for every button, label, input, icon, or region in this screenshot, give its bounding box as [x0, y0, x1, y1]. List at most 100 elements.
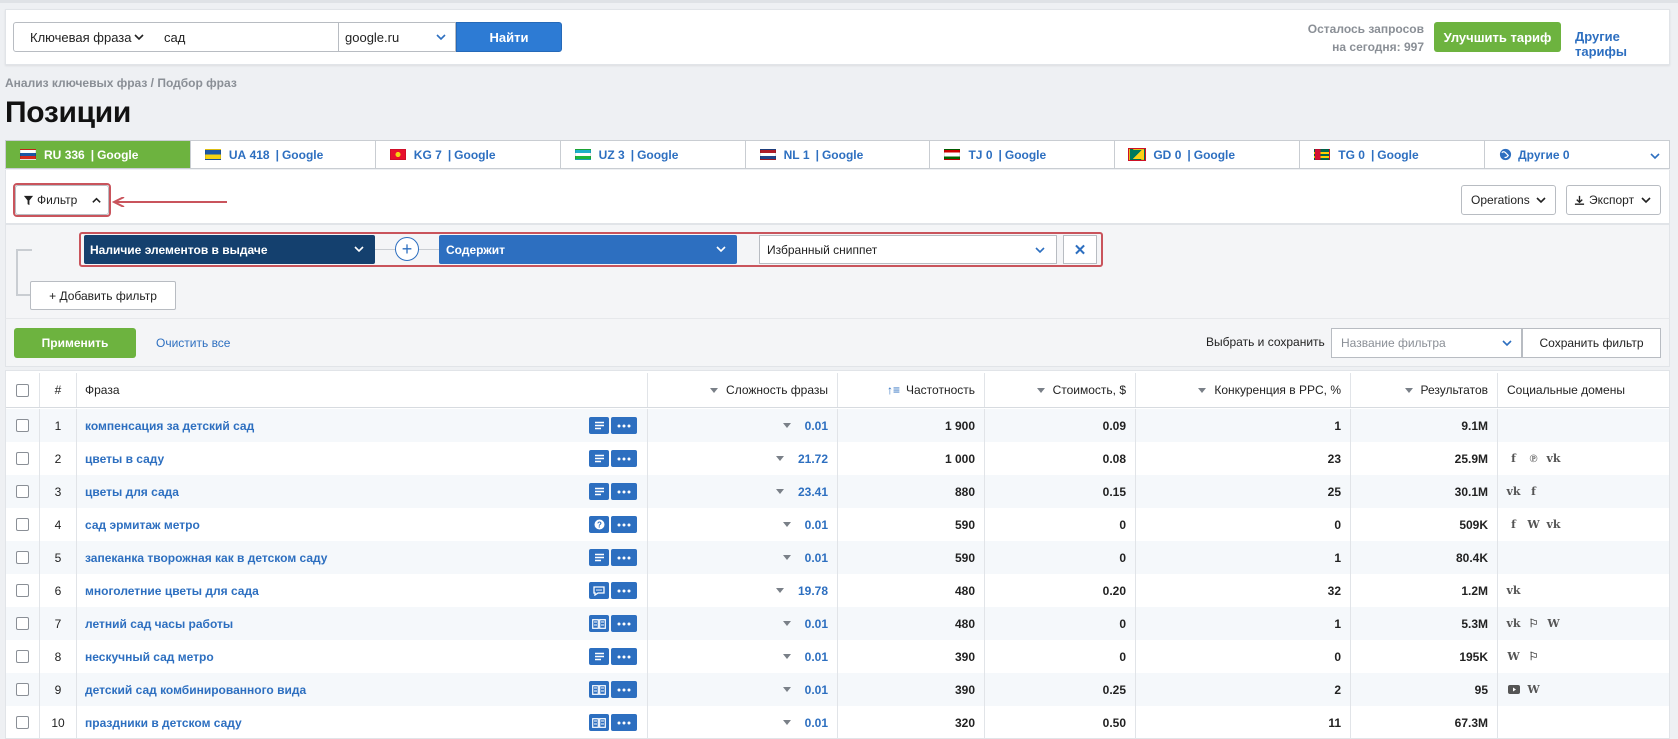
expand-triangle-icon[interactable]	[782, 621, 791, 626]
difficulty-value[interactable]: 21.72	[798, 452, 828, 466]
expand-triangle-icon[interactable]	[782, 687, 791, 692]
more-options-icon[interactable]	[611, 483, 637, 500]
row-checkbox[interactable]	[16, 683, 29, 696]
expand-triangle-icon[interactable]	[782, 555, 791, 560]
header-competition[interactable]: Конкуренция в PPC, %	[1136, 373, 1351, 407]
wikipedia-icon[interactable]: W	[1527, 683, 1540, 696]
expand-triangle-icon[interactable]	[775, 588, 784, 593]
export-button[interactable]: Экспорт	[1566, 185, 1661, 215]
row-checkbox[interactable]	[16, 518, 29, 531]
other-tariffs-link[interactable]: Другие тарифы	[1575, 29, 1669, 59]
phrase-link[interactable]: цветы в саду	[85, 452, 164, 466]
expand-triangle-icon[interactable]	[775, 489, 784, 494]
snippet-list-icon[interactable]	[589, 549, 609, 566]
row-checkbox[interactable]	[16, 650, 29, 663]
phrase-link[interactable]: праздники в детском саду	[85, 716, 242, 730]
difficulty-value[interactable]: 0.01	[805, 683, 828, 697]
more-options-icon[interactable]	[611, 516, 637, 533]
foursquare-icon[interactable]: ⚐	[1527, 650, 1540, 663]
tab-tg[interactable]: TG 0 | Google	[1300, 141, 1486, 168]
more-options-icon[interactable]	[611, 417, 637, 434]
youtube-icon[interactable]	[1507, 683, 1520, 696]
apply-button[interactable]: Применить	[14, 328, 136, 358]
wikipedia-icon[interactable]: W	[1547, 617, 1560, 630]
row-checkbox[interactable]	[16, 716, 29, 729]
snippet-list-icon[interactable]	[589, 483, 609, 500]
foursquare-icon[interactable]: ⚐	[1527, 617, 1540, 630]
tab-kg[interactable]: KG 7 | Google	[376, 141, 561, 168]
snippet-list-icon[interactable]	[589, 417, 609, 434]
header-difficulty[interactable]: Сложность фразы	[648, 373, 838, 407]
phrase-link[interactable]: летний сад часы работы	[85, 617, 233, 631]
tab-ru[interactable]: RU 336 | Google	[6, 141, 191, 168]
difficulty-value[interactable]: 0.01	[805, 650, 828, 664]
difficulty-value[interactable]: 0.01	[805, 518, 828, 532]
cards-icon[interactable]	[589, 714, 609, 731]
more-options-icon[interactable]	[611, 582, 637, 599]
breadcrumb[interactable]: Анализ ключевых фраз / Подбор фраз	[5, 76, 237, 90]
phrase-link[interactable]: сад эрмитаж метро	[85, 518, 200, 532]
add-filter-button[interactable]: + Добавить фильтр	[30, 281, 176, 310]
expand-triangle-icon[interactable]	[775, 456, 784, 461]
tab-gd[interactable]: GD 0 | Google	[1115, 141, 1301, 168]
facebook-icon[interactable]: f	[1527, 485, 1540, 498]
upgrade-tariff-button[interactable]: Улучшить тариф	[1434, 22, 1561, 52]
facebook-icon[interactable]: f	[1507, 518, 1520, 531]
chat-icon[interactable]	[589, 582, 609, 599]
tab-nl[interactable]: NL 1 | Google	[746, 141, 931, 168]
phrase-link[interactable]: компенсация за детский сад	[85, 419, 254, 433]
more-options-icon[interactable]	[611, 549, 637, 566]
filter-name-select[interactable]: Название фильтра	[1331, 328, 1522, 358]
snippet-list-icon[interactable]	[589, 648, 609, 665]
difficulty-value[interactable]: 0.01	[805, 716, 828, 730]
more-options-icon[interactable]	[611, 648, 637, 665]
vk-icon[interactable]: vk	[1507, 617, 1521, 630]
wikipedia-icon[interactable]: W	[1527, 518, 1540, 531]
vk-icon[interactable]: vk	[1507, 584, 1521, 597]
tab-ua[interactable]: UA 418 | Google	[191, 141, 376, 168]
search-type-select[interactable]: Ключевая фраза	[13, 22, 156, 52]
find-button[interactable]: Найти	[456, 22, 562, 52]
row-checkbox[interactable]	[16, 419, 29, 432]
cards-icon[interactable]	[589, 615, 609, 632]
phrase-link[interactable]: многолетние цветы для сада	[85, 584, 259, 598]
tab-other[interactable]: Другие 0	[1485, 141, 1669, 168]
expand-triangle-icon[interactable]	[782, 423, 791, 428]
row-checkbox[interactable]	[16, 485, 29, 498]
select-all-checkbox[interactable]	[16, 383, 29, 397]
question-icon[interactable]: ?	[589, 516, 609, 533]
vk-icon[interactable]: vk	[1547, 518, 1561, 531]
difficulty-value[interactable]: 23.41	[798, 485, 828, 499]
header-frequency[interactable]: ↑≡ Частотность	[838, 373, 985, 407]
search-input[interactable]: сад	[155, 22, 339, 52]
search-engine-select[interactable]: google.ru	[339, 22, 456, 52]
cards-icon[interactable]	[589, 681, 609, 698]
operations-button[interactable]: Operations	[1461, 185, 1556, 215]
facebook-icon[interactable]: f	[1507, 452, 1520, 465]
snippet-list-icon[interactable]	[589, 450, 609, 467]
header-results[interactable]: Результатов	[1351, 373, 1498, 407]
phrase-link[interactable]: нескучный сад метро	[85, 650, 214, 664]
pinterest-icon[interactable]: ℗	[1527, 452, 1540, 465]
tab-uz[interactable]: UZ 3 | Google	[561, 141, 746, 168]
vk-icon[interactable]: vk	[1507, 485, 1521, 498]
row-checkbox[interactable]	[16, 452, 29, 465]
row-checkbox[interactable]	[16, 584, 29, 597]
difficulty-value[interactable]: 0.01	[805, 617, 828, 631]
difficulty-value[interactable]: 19.78	[798, 584, 828, 598]
more-options-icon[interactable]	[611, 615, 637, 632]
save-filter-button[interactable]: Сохранить фильтр	[1522, 328, 1661, 358]
wikipedia-icon[interactable]: W	[1507, 650, 1520, 663]
vk-icon[interactable]: vk	[1547, 452, 1561, 465]
clear-all-link[interactable]: Очистить все	[156, 336, 230, 350]
tab-tj[interactable]: TJ 0 | Google	[930, 141, 1116, 168]
row-checkbox[interactable]	[16, 551, 29, 564]
filter-toggle-button[interactable]: Фильтр	[13, 183, 111, 217]
phrase-link[interactable]: детский сад комбинированного вида	[85, 683, 306, 697]
row-checkbox[interactable]	[16, 617, 29, 630]
difficulty-value[interactable]: 0.01	[805, 419, 828, 433]
expand-triangle-icon[interactable]	[782, 654, 791, 659]
difficulty-value[interactable]: 0.01	[805, 551, 828, 565]
phrase-link[interactable]: запеканка творожная как в детском саду	[85, 551, 327, 565]
phrase-link[interactable]: цветы для сада	[85, 485, 179, 499]
